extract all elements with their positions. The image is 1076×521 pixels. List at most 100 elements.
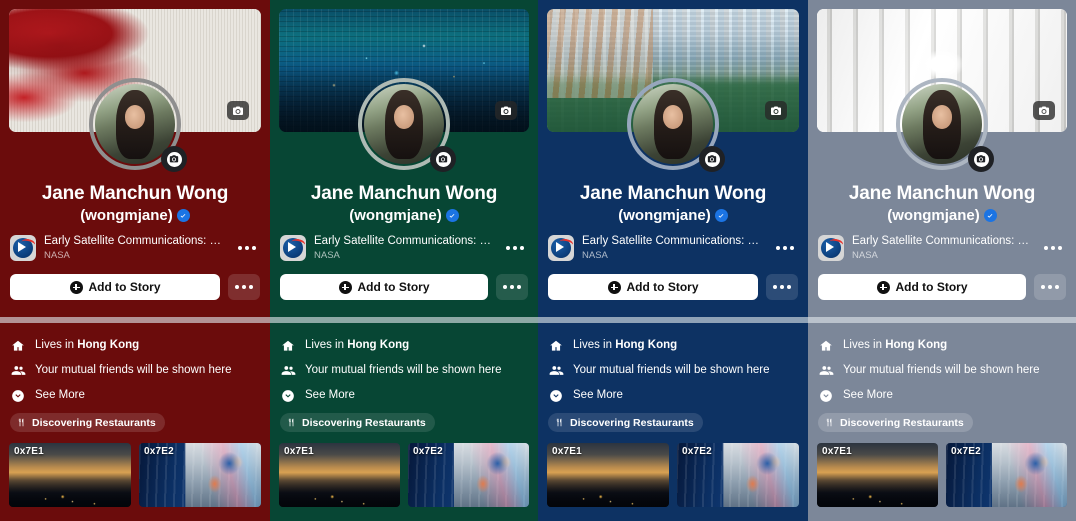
- now-playing-row[interactable]: Early Satellite Communications: Proj... …: [0, 225, 270, 262]
- now-playing-ellipsis-icon[interactable]: [504, 245, 528, 250]
- photo-label: 0x7E1: [822, 446, 852, 458]
- chevron-down-circle-icon: [548, 389, 564, 403]
- photo-strip: 0x7E1 0x7E2: [808, 433, 1076, 508]
- photo-thumbnail[interactable]: 0x7E1: [279, 443, 400, 508]
- story-ellipsis-icon[interactable]: [228, 274, 260, 301]
- now-playing-title: Early Satellite Communications: Proj...: [582, 234, 766, 247]
- handle-row: (wongmjane): [548, 207, 798, 225]
- photo-thumbnail[interactable]: 0x7E2: [946, 443, 1067, 508]
- photo-label: 0x7E2: [413, 446, 443, 458]
- handle-row: (wongmjane): [10, 207, 260, 225]
- avatar[interactable]: [896, 78, 994, 172]
- cover-camera-icon[interactable]: [227, 101, 249, 120]
- section-divider: [0, 313, 270, 327]
- photo-thumbnail[interactable]: 0x7E1: [9, 443, 131, 508]
- story-ellipsis-icon[interactable]: [496, 274, 528, 301]
- verified-badge-icon: [983, 209, 997, 223]
- story-ellipsis-icon[interactable]: [766, 274, 798, 301]
- info-row-lives-in-label: Lives in Hong Kong: [35, 339, 140, 352]
- profile-panel-navy-blue: Jane Manchun Wong (wongmjane) Early Sate…: [538, 0, 808, 521]
- friends-icon: [548, 363, 564, 378]
- add-to-story-label: Add to Story: [357, 280, 430, 295]
- status-badge[interactable]: Discovering Restaurants: [10, 413, 165, 433]
- info-row-see-more[interactable]: See More: [10, 383, 260, 408]
- avatar-camera-icon[interactable]: [699, 146, 725, 172]
- story-ellipsis-icon[interactable]: [1034, 274, 1066, 301]
- status-badge[interactable]: Discovering Restaurants: [818, 413, 973, 433]
- now-playing-subtitle: NASA: [314, 249, 340, 261]
- avatar[interactable]: [627, 78, 725, 172]
- home-icon: [818, 339, 834, 353]
- section-divider: [538, 313, 808, 327]
- friends-icon: [818, 363, 834, 378]
- profile-theme-comparison: Jane Manchun Wong (wongmjane) Early Sate…: [0, 0, 1076, 521]
- photo-thumbnail[interactable]: 0x7E1: [817, 443, 938, 508]
- info-row-see-more-label: See More: [35, 389, 85, 402]
- now-playing-ellipsis-icon[interactable]: [774, 245, 798, 250]
- avatar-camera-icon[interactable]: [968, 146, 994, 172]
- status-badge[interactable]: Discovering Restaurants: [280, 413, 435, 433]
- photo-thumbnail[interactable]: 0x7E2: [139, 443, 261, 508]
- now-playing-title: Early Satellite Communications: Proj...: [44, 234, 228, 247]
- photo-thumbnail[interactable]: 0x7E2: [677, 443, 799, 508]
- nasa-meatball-icon: [280, 234, 307, 261]
- add-to-story-label: Add to Story: [895, 280, 968, 295]
- info-row-lives-in[interactable]: Lives in Hong Kong: [818, 333, 1066, 358]
- story-row: Add to Story: [538, 262, 808, 301]
- info-row-mutual-friends[interactable]: Your mutual friends will be shown here: [548, 358, 798, 383]
- info-row-lives-in[interactable]: Lives in Hong Kong: [280, 333, 528, 358]
- info-row-lives-in-label: Lives in Hong Kong: [305, 339, 410, 352]
- info-section: Lives in Hong Kong Your mutual friends w…: [0, 327, 270, 433]
- info-row-see-more[interactable]: See More: [280, 383, 528, 408]
- info-row-mutual-friends[interactable]: Your mutual friends will be shown here: [10, 358, 260, 383]
- page-title: Jane Manchun Wong: [848, 183, 1036, 204]
- info-row-see-more[interactable]: See More: [548, 383, 798, 408]
- story-row: Add to Story: [0, 262, 270, 301]
- now-playing-row[interactable]: Early Satellite Communications: Proj... …: [270, 225, 538, 262]
- info-row-lives-in[interactable]: Lives in Hong Kong: [548, 333, 798, 358]
- cover-camera-icon[interactable]: [495, 101, 517, 120]
- story-row: Add to Story: [270, 262, 538, 301]
- plus-circle-icon: [876, 280, 890, 294]
- handle-row: (wongmjane): [280, 207, 528, 225]
- identity-block: Jane Manchun Wong (wongmjane): [808, 182, 1076, 225]
- avatar[interactable]: [89, 78, 187, 172]
- info-row-mutual-friends[interactable]: Your mutual friends will be shown here: [280, 358, 528, 383]
- now-playing-row[interactable]: Early Satellite Communications: Proj... …: [538, 225, 808, 262]
- avatar[interactable]: [358, 78, 456, 172]
- info-row-see-more-label: See More: [305, 389, 355, 402]
- info-row-mutual-friends[interactable]: Your mutual friends will be shown here: [818, 358, 1066, 383]
- verified-badge-icon: [714, 209, 728, 223]
- cover-camera-icon[interactable]: [765, 101, 787, 120]
- add-to-story-button[interactable]: Add to Story: [10, 274, 220, 301]
- cutlery-icon: [826, 418, 832, 427]
- nasa-meatball-icon: [10, 234, 37, 261]
- avatar-camera-icon[interactable]: [430, 146, 456, 172]
- chevron-down-circle-icon: [818, 389, 834, 403]
- now-playing-ellipsis-icon[interactable]: [1042, 245, 1066, 250]
- cover-camera-icon[interactable]: [1033, 101, 1055, 120]
- info-section: Lives in Hong Kong Your mutual friends w…: [538, 327, 808, 433]
- now-playing-ellipsis-icon[interactable]: [236, 245, 260, 250]
- status-badge-label: Discovering Restaurants: [570, 416, 694, 429]
- add-to-story-button[interactable]: Add to Story: [280, 274, 488, 301]
- now-playing-subtitle: NASA: [582, 249, 608, 261]
- identity-block: Jane Manchun Wong (wongmjane): [270, 182, 538, 225]
- photo-strip: 0x7E1 0x7E2: [270, 433, 538, 508]
- info-row-lives-in-label: Lives in Hong Kong: [573, 339, 678, 352]
- info-row-mutual-friends-label: Your mutual friends will be shown here: [843, 364, 1040, 377]
- photo-thumbnail[interactable]: 0x7E1: [547, 443, 669, 508]
- add-to-story-button[interactable]: Add to Story: [548, 274, 758, 301]
- status-badge[interactable]: Discovering Restaurants: [548, 413, 703, 433]
- info-row-see-more[interactable]: See More: [818, 383, 1066, 408]
- avatar-camera-icon[interactable]: [161, 146, 187, 172]
- info-row-lives-in[interactable]: Lives in Hong Kong: [10, 333, 260, 358]
- now-playing-row[interactable]: Early Satellite Communications: Proj... …: [808, 225, 1076, 262]
- now-playing-title: Early Satellite Communications: Proj...: [314, 234, 496, 247]
- add-to-story-button[interactable]: Add to Story: [818, 274, 1026, 301]
- photo-thumbnail[interactable]: 0x7E2: [408, 443, 529, 508]
- verified-badge-icon: [176, 209, 190, 223]
- info-section: Lives in Hong Kong Your mutual friends w…: [270, 327, 538, 433]
- friends-icon: [10, 363, 26, 378]
- profile-panel-slate-gray: Jane Manchun Wong (wongmjane) Early Sate…: [808, 0, 1076, 521]
